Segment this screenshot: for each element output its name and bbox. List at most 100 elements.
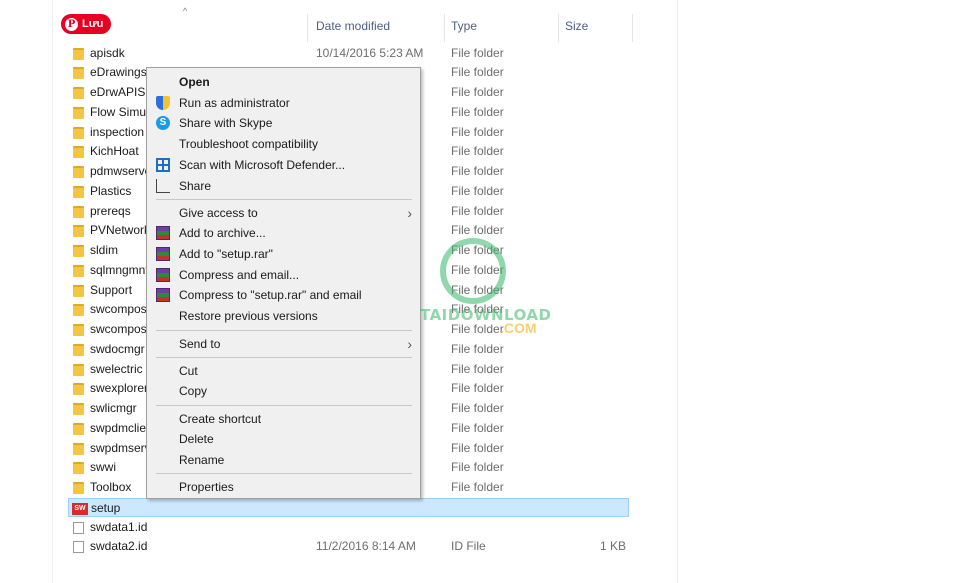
skype-icon: S [156,116,170,131]
file-type: File folder [451,302,504,317]
menu-item-label: Delete [179,432,214,447]
menu-item-restore-versions[interactable]: Restore previous versions [147,306,420,326]
folder-icon [73,422,84,435]
menu-separator [156,199,412,200]
file-name: eDrwAPISD [90,85,155,99]
menu-item-label: Send to [179,336,221,351]
folder-icon [73,324,84,336]
file-row[interactable]: apisdk 10/14/2016 5:23 AM File folder [68,44,629,64]
file-name: PVNetwork [90,223,151,238]
menu-item-create-shortcut[interactable]: Create shortcut [147,409,420,429]
folder-icon [73,264,84,277]
file-type: File folder [451,361,504,376]
file-name: sldim [90,243,119,257]
file-name: swcompose [90,302,154,317]
file-icon [73,521,84,534]
file-type: File folder [451,460,504,475]
folder-icon [73,462,84,475]
column-divider[interactable] [307,14,308,42]
share-icon [156,178,170,193]
file-row[interactable]: swdata2.id 11/2/2016 8:14 AM ID File 1 KB [68,537,629,557]
pinterest-save-button[interactable]: P Lưu [61,14,111,34]
folder-icon [73,442,84,455]
column-type[interactable]: Type [451,8,477,42]
folder-icon [73,126,84,139]
file-name: KichHoat [90,144,139,159]
winrar-icon [156,267,170,282]
menu-item-add-setup-rar[interactable]: Add to "setup.rar" [147,244,420,264]
file-type: File folder [451,440,504,455]
file-row[interactable]: swdata1.id [68,518,629,538]
menu-item-share[interactable]: Share [147,176,420,196]
file-type: File folder [451,65,504,80]
folder-icon [73,166,84,178]
menu-item-rename[interactable]: Rename [147,450,420,470]
file-date-modified: 10/14/2016 5:23 AM [316,45,424,60]
menu-item-copy[interactable]: Copy [147,381,420,401]
file-name: pdmwserve [90,164,152,178]
context-menu: Open Run as administrator S Share with S… [146,67,421,499]
file-name: apisdk [90,45,125,60]
menu-item-label: Open [179,75,210,89]
menu-item-cut[interactable]: Cut [147,361,420,381]
file-type: File folder [451,203,504,218]
column-date-modified[interactable]: Date modified [316,8,390,42]
uac-shield-icon [156,95,170,110]
menu-item-run-as-admin[interactable]: Run as administrator [147,93,420,113]
file-icon [73,541,84,554]
menu-item-add-archive[interactable]: Add to archive... [147,223,420,243]
folder-icon [73,106,84,119]
folder-icon [73,343,84,356]
menu-item-send-to[interactable]: Send to › [147,334,420,354]
file-type: ID File [451,539,486,554]
file-size: 1 KB [599,539,626,554]
file-name: swcompose [90,322,154,336]
menu-separator [156,357,412,358]
file-row[interactable]: SW setup [68,497,629,518]
menu-item-open[interactable]: Open [147,72,420,92]
column-size[interactable]: Size [565,8,588,42]
menu-item-label: Compress and email... [179,267,300,282]
file-name: swexplorer [90,381,149,396]
menu-item-properties[interactable]: Properties [147,477,420,497]
column-divider[interactable] [444,14,445,42]
folder-icon [73,245,84,257]
file-type: File folder [451,124,504,139]
folder-icon [73,304,84,317]
menu-item-label: Create shortcut [179,411,262,426]
menu-item-label: Properties [179,480,234,494]
menu-item-give-access[interactable]: Give access to › [147,203,420,223]
folder-icon [73,225,84,238]
menu-item-compress-email[interactable]: Compress and email... [147,265,420,285]
menu-item-compress-setup-email[interactable]: Compress to "setup.rar" and email [147,285,420,305]
column-divider[interactable] [558,14,559,42]
file-name: Support [90,282,133,297]
folder-icon [73,205,84,218]
file-name: swdata2.id [90,539,148,554]
file-type: File folder [451,420,504,435]
file-type: File folder [451,85,504,99]
pinterest-save-label: Lưu [82,18,104,30]
menu-item-label: Compress to "setup.rar" and email [179,288,362,303]
menu-separator [156,330,412,331]
column-divider[interactable] [632,14,633,42]
menu-item-label: Run as administrator [179,95,290,110]
file-type: File folder [451,480,504,494]
menu-item-troubleshoot[interactable]: Troubleshoot compatibility [147,134,420,154]
menu-item-label: Add to "setup.rar" [179,246,273,261]
menu-item-label: Copy [179,384,208,399]
winrar-icon [156,246,170,261]
menu-item-scan-defender[interactable]: Scan with Microsoft Defender... [147,155,420,175]
folder-icon [73,185,84,198]
file-type: File folder [451,104,504,119]
menu-item-share-skype[interactable]: S Share with Skype [147,113,420,133]
file-type: File folder [451,341,504,356]
menu-item-delete[interactable]: Delete [147,429,420,449]
file-type: File folder [451,401,504,415]
menu-item-label: Restore previous versions [179,309,318,323]
file-name: swpdmserv [90,440,151,455]
menu-item-label: Rename [179,452,225,467]
file-name: swlicmgr [90,401,137,415]
folder-icon [73,146,84,159]
file-name: swdocmgr [90,341,145,356]
